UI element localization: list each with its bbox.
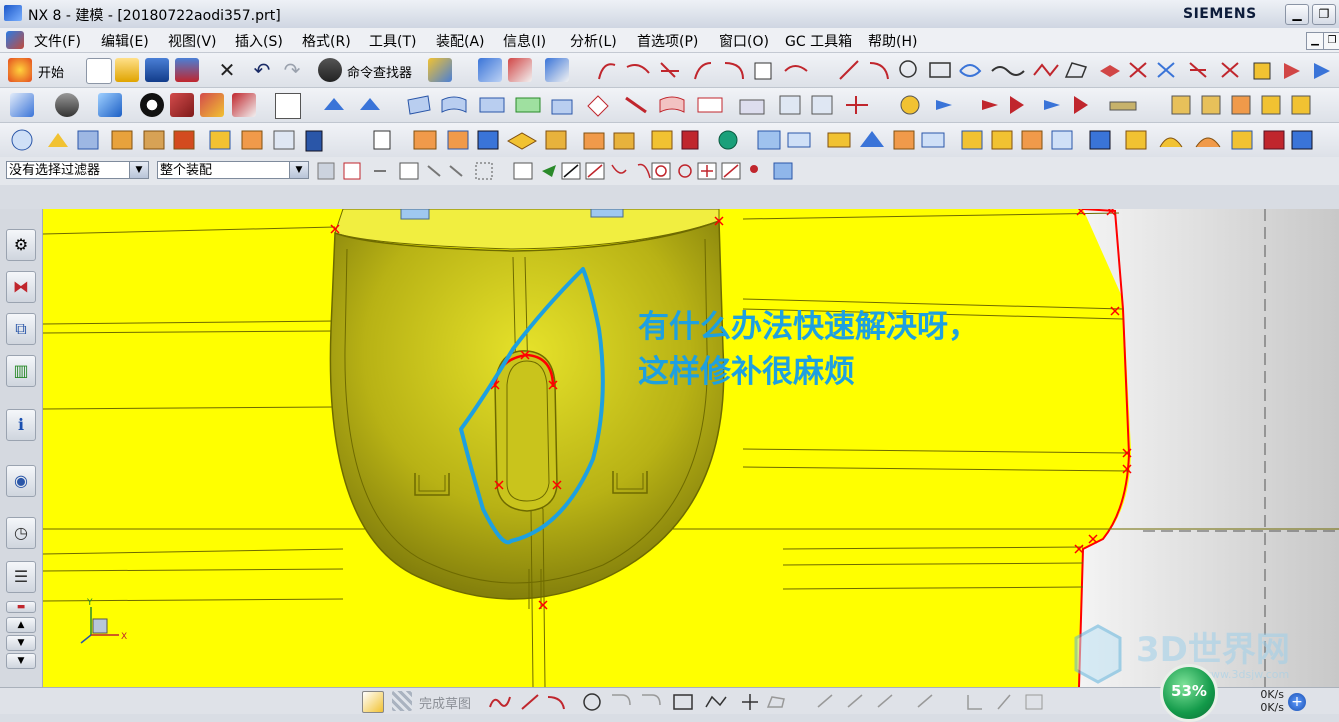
- menu-analysis[interactable]: 分析(L): [570, 31, 617, 51]
- menu-bar: 文件(F) 编辑(E) 视图(V) 插入(S) 格式(R) 工具(T) 装配(A…: [0, 28, 1339, 53]
- window-title: NX 8 - 建模 - [20180722aodi357.prt]: [28, 8, 281, 24]
- finish-sketch-button[interactable]: 完成草图: [419, 693, 471, 712]
- app-icon: [6, 31, 24, 49]
- assembly-toolbar-icons[interactable]: [776, 92, 1336, 118]
- toolbar-modeling: [0, 123, 1339, 158]
- new-file-icon[interactable]: [86, 58, 112, 84]
- curve-toolbar-icons[interactable]: [595, 57, 825, 83]
- chevron-down-icon: ▼: [289, 162, 308, 178]
- fit-view-icon[interactable]: [10, 93, 34, 117]
- transform-icon[interactable]: [508, 58, 532, 82]
- info-icon[interactable]: ℹ: [6, 409, 36, 441]
- solid-toolbar-icons[interactable]: [370, 127, 1330, 153]
- gauge-percent: 53%: [1171, 682, 1207, 700]
- sketch-icon[interactable]: [362, 691, 384, 713]
- roles-icon[interactable]: ▬: [6, 601, 36, 613]
- process-studio-icon[interactable]: ☰: [6, 561, 36, 593]
- chevron-down-icon: ▼: [129, 162, 148, 178]
- scroll-up-button[interactable]: ▲: [6, 617, 36, 633]
- annotation-line-1: 有什么办法快速解决呀，: [638, 309, 979, 345]
- save-as-icon[interactable]: [175, 58, 199, 82]
- start-icon[interactable]: [8, 58, 32, 82]
- orient-view-icon[interactable]: [98, 93, 122, 117]
- menu-tools[interactable]: 工具(T): [369, 31, 416, 51]
- watermark-text: 3D世界网: [1136, 630, 1290, 670]
- menu-assembly[interactable]: 装配(A): [436, 31, 485, 51]
- nx-logo-icon: [4, 5, 22, 21]
- selection-bar: 没有选择过滤器 ▼ 整个装配 ▼: [0, 157, 1339, 186]
- part-navigator-icon[interactable]: ⧉: [6, 313, 36, 345]
- layer-icon[interactable]: [200, 93, 224, 117]
- reuse-library-icon[interactable]: ▥: [6, 355, 36, 387]
- open-folder-icon[interactable]: [115, 58, 139, 82]
- download-speed: 0K/s: [1260, 701, 1284, 714]
- start-button[interactable]: 开始: [38, 62, 64, 81]
- toolbar-standard: 开始 ✕ ↶ ↷ 命令查找器: [0, 53, 1339, 88]
- annotation-line-2: 这样修补很麻烦: [638, 354, 855, 390]
- wcs-triad-icon: Y X: [80, 598, 127, 644]
- snap-point-icons[interactable]: [316, 160, 796, 182]
- title-bar: NX 8 - 建模 - [20180722aodi357.prt] SIEMEN…: [0, 0, 1339, 29]
- menu-window[interactable]: 窗口(O): [719, 31, 769, 51]
- constraint-navigator-icon[interactable]: ⧓: [6, 271, 36, 303]
- watermark-url: www.3dsjw.com: [1202, 668, 1290, 681]
- menu-preferences[interactable]: 首选项(P): [637, 31, 698, 51]
- mdi-restore-button[interactable]: ❐: [1323, 32, 1339, 50]
- section-view-icon[interactable]: [170, 93, 194, 117]
- render-style-icon[interactable]: [55, 93, 79, 117]
- undo-icon[interactable]: ↶: [250, 58, 274, 82]
- selection-filter-value: 没有选择过滤器: [9, 163, 101, 178]
- siemens-brand: SIEMENS: [1183, 6, 1257, 22]
- question-annotation: 有什么办法快速解决呀， 这样修补很麻烦: [638, 305, 979, 395]
- scope-dropdown[interactable]: 整个装配 ▼: [157, 161, 309, 179]
- clip-icon[interactable]: [232, 93, 256, 117]
- snap-icon[interactable]: [478, 58, 502, 82]
- menu-file[interactable]: 文件(F): [34, 31, 81, 51]
- sketch-toolbar-icons[interactable]: [838, 57, 1098, 83]
- redo-icon[interactable]: ↷: [280, 58, 304, 82]
- restore-button[interactable]: ❐: [1312, 4, 1336, 25]
- resource-bar: ⚙ ⧓ ⧉ ▥ ℹ ◉ ◷ ☰ ▬ ▲ ▼ ▼: [0, 209, 43, 687]
- selection-filter-dropdown[interactable]: 没有选择过滤器 ▼: [6, 161, 149, 179]
- surface-toolbar-icons[interactable]: [1096, 57, 1336, 83]
- toolbar-spacer: [0, 185, 1339, 209]
- svg-text:Y: Y: [86, 598, 93, 608]
- sketch-curve-icons[interactable]: [486, 691, 1056, 713]
- web-browser-icon[interactable]: ◉: [6, 465, 36, 497]
- work-layer-icon[interactable]: [275, 93, 301, 119]
- assembly-navigator-icon[interactable]: ⚙: [6, 229, 36, 261]
- menu-view[interactable]: 视图(V): [168, 31, 217, 51]
- mdi-minimize-button[interactable]: ▁: [1306, 32, 1324, 50]
- menu-gc-toolbox[interactable]: GC 工具箱: [785, 31, 852, 51]
- svg-text:X: X: [121, 632, 127, 642]
- scroll-down-button-2[interactable]: ▼: [6, 653, 36, 669]
- selection-icon[interactable]: [545, 58, 569, 82]
- finish-sketch-icon[interactable]: [392, 691, 412, 711]
- feature-icon[interactable]: [428, 58, 452, 82]
- scope-value: 整个装配: [160, 163, 213, 178]
- scroll-down-button[interactable]: ▼: [6, 635, 36, 651]
- menu-format[interactable]: 格式(R): [302, 31, 351, 51]
- cut-icon[interactable]: ✕: [215, 58, 239, 82]
- menu-edit[interactable]: 编辑(E): [101, 31, 149, 51]
- cad-model: Y X: [43, 209, 1339, 687]
- command-finder-icon[interactable]: [318, 58, 342, 82]
- background-icon[interactable]: [140, 93, 164, 117]
- minimize-button[interactable]: ▁: [1285, 4, 1309, 25]
- analysis-toolbar-icons[interactable]: [8, 127, 348, 153]
- command-finder-button[interactable]: 命令查找器: [347, 62, 412, 81]
- save-icon[interactable]: [145, 58, 169, 82]
- feature-toolbar-icons[interactable]: [320, 92, 790, 118]
- toolbar-view: [0, 88, 1339, 123]
- menu-info[interactable]: 信息(I): [503, 31, 546, 51]
- graphics-window[interactable]: Y X 有什么办法快速解决呀， 这样修补很麻烦: [43, 209, 1339, 687]
- menu-insert[interactable]: 插入(S): [235, 31, 283, 51]
- history-icon[interactable]: ◷: [6, 517, 36, 549]
- network-gauge[interactable]: 53%: [1160, 664, 1218, 722]
- menu-help[interactable]: 帮助(H): [868, 31, 917, 51]
